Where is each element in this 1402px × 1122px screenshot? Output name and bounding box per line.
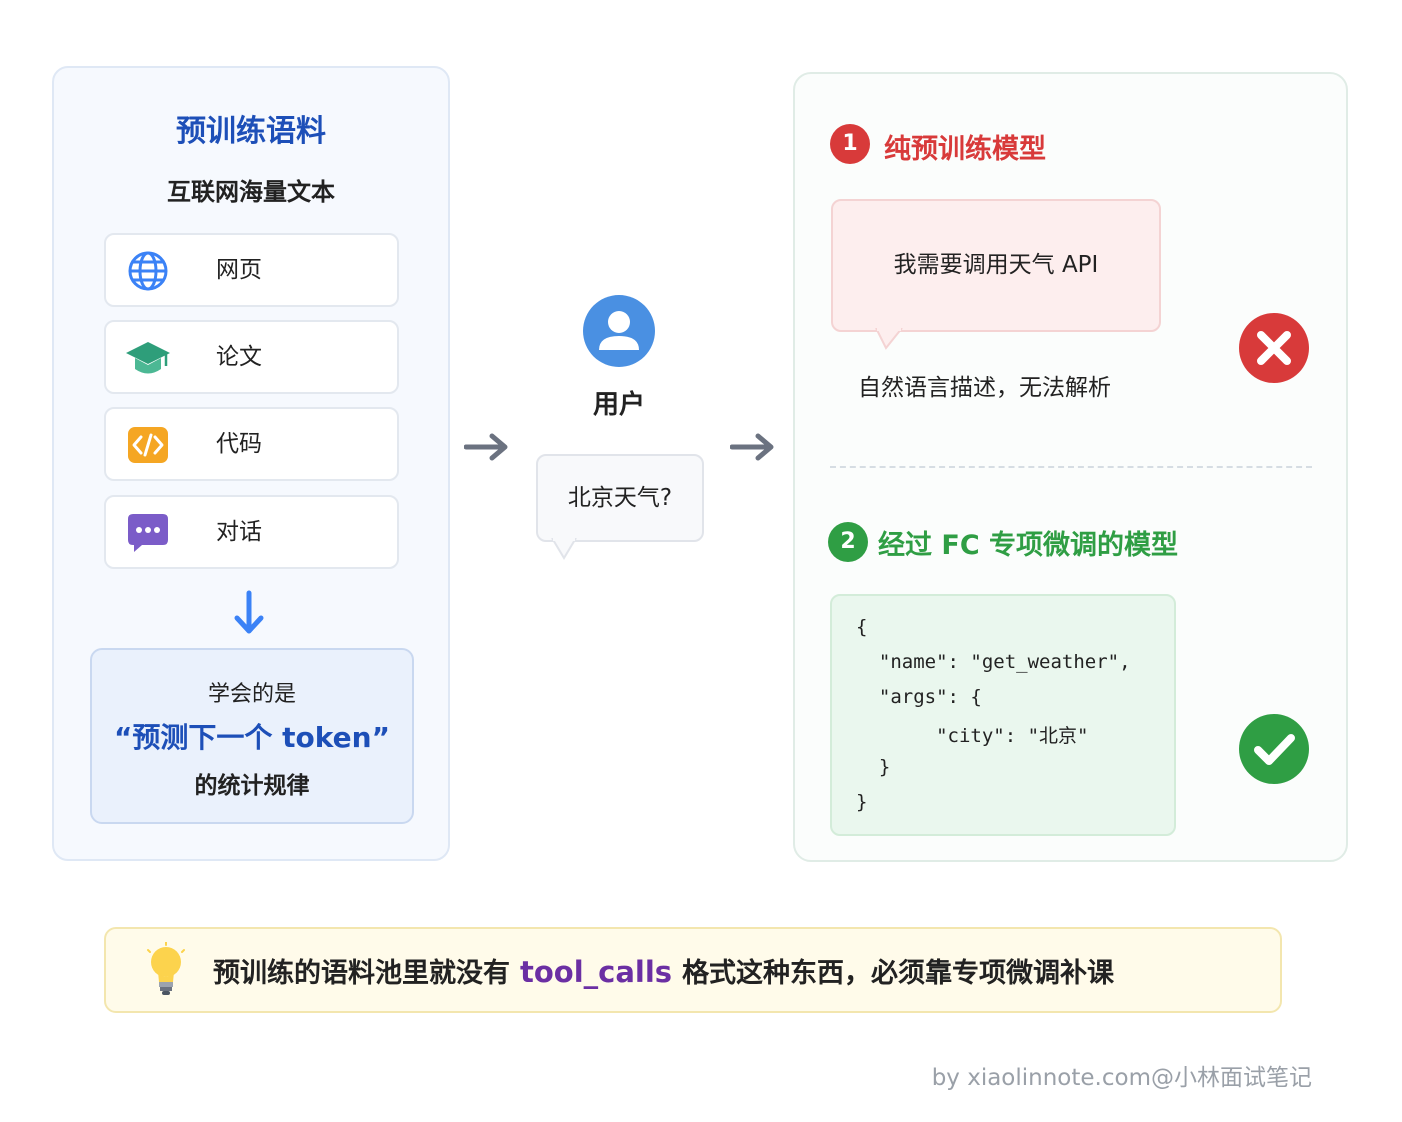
learned-line-3: 的统计规律: [194, 773, 310, 799]
globe-icon: [128, 251, 168, 291]
code-line: {: [856, 616, 868, 638]
code-line: "args": {: [856, 686, 982, 708]
pretrained-output-text: 我需要调用天气 API: [893, 252, 1099, 278]
code-line: }: [856, 756, 891, 778]
code-icon: [128, 427, 168, 463]
user-avatar-icon: [583, 295, 655, 367]
code-line: }: [856, 791, 868, 813]
learned-line-2: “预测下一个 token”: [114, 721, 390, 754]
source-card-paper: 论文: [104, 320, 399, 394]
tip-code: tool_calls: [520, 955, 673, 989]
corpus-subtitle: 互联网海量文本: [167, 178, 335, 206]
source-label: 论文: [216, 344, 262, 370]
footer-credit: by xiaolinnote.com@小林面试笔记: [931, 1065, 1312, 1091]
section-1-badge: 1: [830, 124, 870, 164]
tip-text-after: 格式这种东西，必须靠专项微调补课: [682, 958, 1115, 989]
section-1-caption: 自然语言描述，无法解析: [858, 375, 1111, 401]
user-question: 北京天气?: [567, 485, 673, 511]
right-arrow-icon: [464, 433, 508, 461]
section-1-title: 纯预训练模型: [884, 134, 1046, 165]
code-line: "name": "get_weather",: [856, 651, 1131, 673]
source-label: 对话: [216, 519, 262, 545]
source-label: 网页: [216, 257, 262, 283]
tip-text: 预训练的语料池里就没有 tool_calls 格式这种东西，必须靠专项微调补课: [213, 950, 1114, 994]
code-line: "city": "北京": [856, 725, 1089, 747]
tip-text-before: 预训练的语料池里就没有: [213, 958, 510, 989]
x-icon: [1239, 313, 1309, 383]
user-label: 用户: [592, 390, 645, 420]
section-divider: [830, 466, 1312, 468]
source-card-dialogue: 对话: [104, 495, 399, 569]
check-icon: [1239, 714, 1309, 784]
right-arrow-icon: [730, 433, 774, 461]
learned-line-1: 学会的是: [207, 682, 296, 707]
source-card-code: 代码: [104, 407, 399, 481]
function-call-code-box: [830, 594, 1176, 836]
corpus-title: 预训练语料: [176, 114, 326, 149]
source-label: 代码: [216, 431, 262, 457]
chat-bubble-icon: [128, 514, 168, 552]
down-arrow-icon: [234, 590, 264, 634]
lightbulb-icon: [147, 942, 185, 995]
section-2-title: 经过 FC 专项微调的模型: [878, 530, 1179, 561]
section-2-badge: 2: [828, 522, 868, 562]
graduation-cap-icon: [126, 342, 170, 374]
source-card-webpage: 网页: [104, 233, 399, 307]
